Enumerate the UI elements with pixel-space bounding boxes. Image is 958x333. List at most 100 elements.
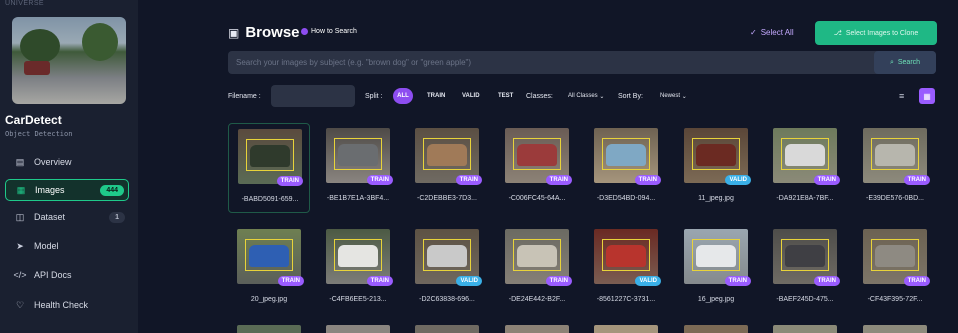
count-badge: 1 (109, 211, 125, 223)
image-filename: -D2C63838-696... (419, 296, 475, 303)
image-card[interactable]: TRAIN -BAEF245D-475... (764, 224, 846, 314)
search-bar: ⌕ Search (228, 51, 936, 74)
sidebar-item-api-docs[interactable]: </> API Docs (5, 264, 129, 286)
chevron-down-icon: ⌄ (681, 93, 687, 100)
sidebar-item-model[interactable]: ➤ Model (5, 235, 129, 257)
split-valid-chip[interactable]: VALID (462, 85, 480, 107)
bounding-box (513, 138, 561, 170)
image-filename: -8561227C-3731... (596, 296, 656, 303)
image-thumbnail-partial[interactable] (684, 325, 748, 333)
image-card[interactable]: TRAIN 20_jpeg.jpg (228, 224, 310, 314)
image-card[interactable]: TRAIN -D3ED54BD-094... (585, 123, 667, 213)
sort-label: Sort By: (618, 92, 643, 100)
split-badge: TRAIN (634, 175, 661, 185)
image-filename: -DE24E442-B2F... (508, 296, 566, 303)
select-all-label: Select All (760, 28, 794, 37)
app-root: UNIVERSE CarDetect Object Detection ▤ Ove… (0, 0, 958, 333)
image-thumbnail-partial[interactable] (237, 325, 301, 333)
project-thumbnail[interactable] (12, 17, 126, 104)
image-filename: 20_jpeg.jpg (250, 296, 288, 303)
clone-icon: ⎇ (833, 30, 842, 37)
bounding-box (871, 138, 919, 170)
image-thumbnail-partial[interactable] (326, 325, 390, 333)
sidebar-item-dataset[interactable]: ◫ Dataset 1 (5, 206, 129, 228)
split-test-chip[interactable]: TEST (498, 85, 513, 107)
image-filename: -C2DEBBE3-7D3... (417, 195, 477, 202)
sidebar-item-health-check[interactable]: ♡ Health Check (5, 294, 129, 316)
image-filename: -CF43F395-72F... (867, 296, 923, 303)
split-badge: VALID (725, 175, 751, 185)
chevron-down-icon: ⌄ (599, 93, 605, 100)
search-input[interactable] (228, 51, 868, 74)
image-card[interactable]: TRAIN -DE24E442-B2F... (496, 224, 578, 314)
count-badge: 444 (100, 184, 124, 196)
image-thumbnail-partial[interactable] (863, 325, 927, 333)
split-badge: TRAIN (903, 276, 930, 286)
sidebar-item-label: Dataset (34, 212, 66, 222)
image-card[interactable]: TRAIN -C2DEBBE3-7D3... (406, 123, 488, 213)
split-badge: TRAIN (366, 276, 393, 286)
image-filename: -C4FB6EE5-213... (329, 296, 387, 303)
sort-value: Newest (660, 93, 681, 99)
classes-dropdown[interactable]: All Classes ⌄ (568, 85, 604, 107)
how-to-search-link[interactable]: How to Search (301, 28, 357, 35)
image-grid: TRAIN -BABD5091-659... TRAIN -BE1B7E1A-3BF4… (228, 123, 938, 333)
image-card[interactable]: TRAIN -DA921E8A-7BF... (764, 123, 846, 213)
split-all-chip[interactable]: ALL (393, 88, 413, 104)
image-card[interactable]: VALID -8561227C-3731... (585, 224, 667, 314)
universe-label: UNIVERSE (5, 0, 44, 7)
check-icon: ✓ (750, 28, 757, 37)
sidebar-item-images[interactable]: ▦ Images 444 (5, 179, 129, 201)
image-card[interactable]: TRAIN -BE1B7E1A-3BF4... (317, 123, 399, 213)
split-badge: TRAIN (903, 175, 930, 185)
bounding-box (423, 138, 471, 170)
image-thumbnail-partial[interactable] (505, 325, 569, 333)
dataset-icon: ◫ (15, 211, 25, 222)
list-view-icon[interactable]: ≡ (899, 85, 904, 107)
select-all-button[interactable]: ✓ Select All (750, 28, 794, 37)
project-type: Object Detection (5, 130, 73, 138)
image-card[interactable]: TRAIN -C006FC45-64A... (496, 123, 578, 213)
model-icon: ➤ (16, 240, 24, 251)
split-badge: TRAIN (813, 276, 840, 286)
image-thumbnail-partial[interactable] (415, 325, 479, 333)
page-title: ▣ Browse (228, 24, 300, 41)
image-thumbnail-partial[interactable] (773, 325, 837, 333)
split-label: Split : (365, 92, 383, 100)
clone-button-label: Select Images to Clone (845, 29, 919, 37)
image-filename: -DA921E8A-7BF... (776, 195, 834, 202)
filter-bar: Filename : Split : ALL TRAIN VALID TEST … (228, 85, 938, 107)
split-badge: TRAIN (276, 176, 303, 186)
sidebar-item-label: API Docs (34, 270, 72, 280)
image-filename: -BAEF245D-475... (776, 296, 834, 303)
filename-input[interactable] (271, 85, 355, 107)
bounding-box (334, 239, 382, 271)
split-train-chip[interactable]: TRAIN (427, 85, 445, 107)
image-filename: 11_jpeg.jpg (698, 195, 734, 202)
image-card[interactable]: VALID 11_jpeg.jpg (675, 123, 757, 213)
image-thumbnail-partial[interactable] (594, 325, 658, 333)
image-card[interactable]: VALID -D2C63838-696... (406, 224, 488, 314)
help-icon (301, 28, 308, 35)
image-card[interactable]: TRAIN 16_jpeg.jpg (675, 224, 757, 314)
image-filename: -BABD5091-659... (241, 196, 299, 203)
image-card[interactable]: TRAIN -BABD5091-659... (228, 123, 310, 213)
sidebar-item-label: Overview (34, 157, 72, 167)
sidebar-item-overview[interactable]: ▤ Overview (5, 151, 129, 173)
sort-dropdown[interactable]: Newest ⌄ (660, 85, 687, 107)
grid-view-icon[interactable]: ▦ (919, 88, 935, 104)
select-images-to-clone-button[interactable]: ⎇ Select Images to Clone (815, 21, 937, 45)
sidebar: UNIVERSE CarDetect Object Detection ▤ Ove… (0, 0, 138, 333)
search-button[interactable]: ⌕ Search (874, 51, 936, 74)
image-card[interactable]: TRAIN -E39DE576-0BD... (854, 123, 936, 213)
split-badge: TRAIN (813, 175, 840, 185)
image-card[interactable]: TRAIN -C4FB6EE5-213... (317, 224, 399, 314)
bounding-box (513, 239, 561, 271)
bounding-box (871, 239, 919, 271)
image-filename: -C006FC45-64A... (508, 195, 566, 202)
filename-label: Filename : (228, 92, 261, 100)
bounding-box (602, 138, 650, 170)
bounding-box (246, 139, 294, 171)
image-card[interactable]: TRAIN -CF43F395-72F... (854, 224, 936, 314)
image-filename: -E39DE576-0BD... (866, 195, 924, 202)
